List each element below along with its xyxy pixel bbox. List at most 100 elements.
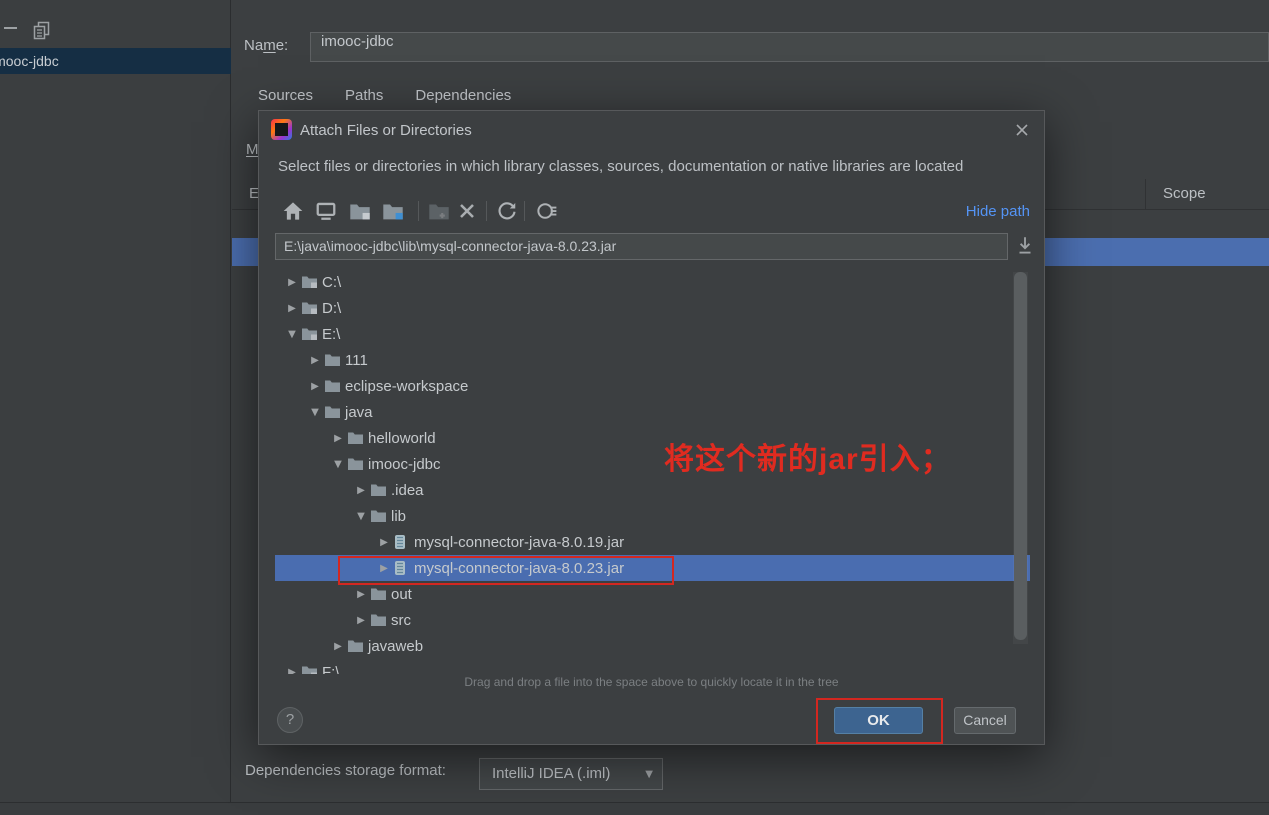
library-tabs: Sources Paths Dependencies	[258, 87, 511, 104]
file-path-input[interactable]: E:\java\imooc-jdbc\lib\mysql-connector-j…	[275, 233, 1008, 260]
tree-item-label: mysql-connector-java-8.0.19.jar	[414, 533, 625, 551]
library-list-panel: imooc-jdbc	[0, 0, 231, 802]
tree-item-label: 111	[345, 351, 368, 369]
folder-icon	[370, 508, 388, 524]
toolbar-separator	[418, 201, 419, 221]
tree-item-mysql-connector-java-8.0.19.jar[interactable]: ▶ mysql-connector-java-8.0.19.jar	[275, 529, 1030, 555]
chevron-down-icon: ▼	[645, 769, 653, 780]
tree-item-eclipse-workspace[interactable]: ▶ eclipse-workspace	[275, 373, 1030, 399]
tree-item-f[interactable]: ▶ F:\	[275, 659, 1030, 674]
remove-library-icon[interactable]	[4, 27, 17, 29]
attach-files-dialog: Attach Files or Directories Select files…	[258, 110, 1045, 745]
toolbar-separator	[486, 201, 487, 221]
tree-item-label: javaweb	[368, 637, 424, 655]
folder-icon	[347, 456, 365, 472]
cancel-button[interactable]: Cancel	[954, 707, 1016, 734]
home-icon[interactable]	[282, 201, 304, 221]
chevron-collapsed-icon[interactable]: ▶	[329, 641, 347, 652]
storage-format-value: IntelliJ IDEA (.iml)	[492, 765, 611, 782]
column-divider	[1145, 179, 1146, 210]
project-directory-icon[interactable]	[382, 201, 404, 221]
chevron-collapsed-icon[interactable]: ▶	[283, 277, 301, 288]
library-name-input[interactable]: imooc-jdbc	[310, 32, 1269, 62]
refresh-icon[interactable]	[496, 201, 518, 221]
folder-icon	[324, 352, 342, 368]
tab-sources[interactable]: Sources	[258, 87, 313, 104]
tab-dependencies[interactable]: Dependencies	[415, 87, 511, 104]
tree-item-.idea[interactable]: ▶ .idea	[275, 477, 1030, 503]
folder-icon	[370, 612, 388, 628]
tree-item-label: D:\	[322, 299, 342, 317]
clipped-module-label: M	[246, 141, 259, 158]
drive-icon	[301, 300, 319, 316]
hide-path-link[interactable]: Hide path	[966, 203, 1030, 220]
tree-item-java[interactable]: ▼ java	[275, 399, 1030, 425]
show-hidden-icon[interactable]	[536, 201, 558, 221]
storage-format-select[interactable]: IntelliJ IDEA (.iml) ▼	[479, 758, 663, 790]
chevron-collapsed-icon[interactable]: ▶	[306, 381, 324, 392]
drive-icon	[301, 326, 319, 342]
folder-icon	[347, 430, 365, 446]
chevron-expanded-icon[interactable]: ▼	[306, 407, 324, 418]
tree-item-label: eclipse-workspace	[345, 377, 469, 395]
toolbar-separator	[524, 201, 525, 221]
tree-scrollbar-thumb[interactable]	[1014, 272, 1027, 640]
window-bottom-strip	[0, 802, 1269, 815]
drive-icon	[301, 274, 319, 290]
tree-item-label: out	[391, 585, 412, 603]
library-item-label: imooc-jdbc	[0, 53, 59, 69]
intellij-logo-icon	[271, 119, 292, 140]
chevron-expanded-icon[interactable]: ▼	[283, 329, 301, 340]
delete-icon[interactable]	[456, 201, 478, 221]
new-folder-icon	[429, 204, 449, 220]
name-label: Name:	[244, 37, 289, 54]
module-directory-icon[interactable]	[349, 201, 371, 221]
chevron-collapsed-icon[interactable]: ▶	[329, 433, 347, 444]
tree-item-e[interactable]: ▼ E:\	[275, 321, 1030, 347]
annotation-box-selected-jar	[338, 556, 674, 585]
tree-scrollbar[interactable]	[1013, 272, 1028, 644]
tree-item-label: .idea	[391, 481, 424, 499]
copy-icon[interactable]	[33, 21, 50, 40]
annotation-box-ok-button	[816, 698, 943, 744]
tree-item-label: C:\	[322, 273, 342, 291]
tree-item-label: imooc-jdbc	[368, 455, 441, 473]
jar-icon	[393, 534, 411, 550]
chevron-collapsed-icon[interactable]: ▶	[352, 615, 370, 626]
chevron-collapsed-icon[interactable]: ▶	[283, 303, 301, 314]
tree-item-111[interactable]: ▶ 111	[275, 347, 1030, 373]
chevron-collapsed-icon[interactable]: ▶	[283, 667, 301, 675]
folder-icon	[324, 378, 342, 394]
folder-icon	[324, 404, 342, 420]
tree-item-label: java	[345, 403, 373, 421]
folder-icon	[370, 586, 388, 602]
tab-paths[interactable]: Paths	[345, 87, 383, 104]
chevron-expanded-icon[interactable]: ▼	[352, 511, 370, 522]
tree-item-label: src	[391, 611, 411, 629]
chevron-expanded-icon[interactable]: ▼	[329, 459, 347, 470]
tree-item-javaweb[interactable]: ▶ javaweb	[275, 633, 1030, 659]
tree-item-lib[interactable]: ▼ lib	[275, 503, 1030, 529]
chevron-collapsed-icon[interactable]: ▶	[306, 355, 324, 366]
dialog-title: Attach Files or Directories	[300, 122, 472, 139]
dialog-subtitle: Select files or directories in which lib…	[278, 158, 964, 175]
annotation-text: 将这个新的jar引入；	[664, 443, 952, 476]
drive-icon	[301, 664, 319, 674]
close-icon[interactable]	[1013, 121, 1031, 139]
drag-drop-hint: Drag and drop a file into the space abov…	[464, 675, 839, 689]
library-item-imooc-jdbc[interactable]: imooc-jdbc	[0, 48, 231, 74]
tree-item-label: F:\	[322, 663, 340, 675]
tree-item-d[interactable]: ▶ D:\	[275, 295, 1030, 321]
help-button[interactable]: ?	[277, 707, 303, 733]
chevron-collapsed-icon[interactable]: ▶	[375, 537, 393, 548]
tree-item-label: E:\	[322, 325, 341, 343]
tree-item-src[interactable]: ▶ src	[275, 607, 1030, 633]
paste-path-icon[interactable]	[1015, 235, 1035, 257]
folder-icon	[370, 482, 388, 498]
tree-item-c[interactable]: ▶ C:\	[275, 269, 1030, 295]
chevron-collapsed-icon[interactable]: ▶	[352, 589, 370, 600]
storage-format-label: Dependencies storage format:	[245, 762, 446, 779]
tree-item-label: helloworld	[368, 429, 436, 447]
chevron-collapsed-icon[interactable]: ▶	[352, 485, 370, 496]
desktop-icon[interactable]	[315, 201, 337, 221]
